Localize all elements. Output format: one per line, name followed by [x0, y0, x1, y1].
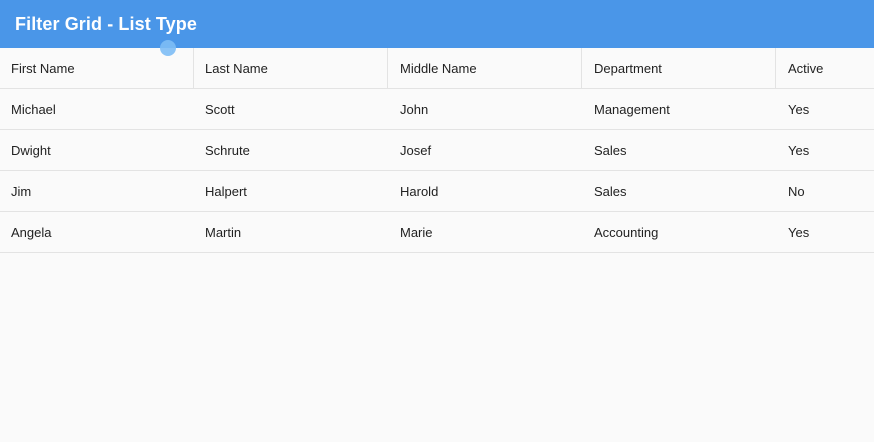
touch-indicator: [160, 40, 176, 56]
filter-grid: First Name Last Name Middle Name Departm…: [0, 48, 874, 253]
cell-active: No: [788, 183, 805, 199]
cell-department: Management: [594, 101, 670, 117]
column-header-last-name[interactable]: Last Name: [194, 48, 388, 88]
cell-last-name: Schrute: [205, 142, 250, 158]
cell-active: Yes: [788, 101, 810, 117]
cell-department: Sales: [594, 142, 627, 158]
app-bar: Filter Grid - List Type: [0, 0, 874, 48]
page-title: Filter Grid - List Type: [15, 13, 197, 34]
cell-middle-name: John: [400, 101, 429, 117]
cell-first-name: Dwight: [11, 142, 51, 158]
cell-middle-name: Josef: [400, 142, 432, 158]
cell-department: Sales: [594, 183, 627, 199]
cell-active: Yes: [788, 142, 810, 158]
cell-first-name: Jim: [11, 183, 32, 199]
cell-last-name: Scott: [205, 101, 235, 117]
cell-last-name: Martin: [205, 224, 242, 240]
table-row[interactable]: Angela Martin Marie Accounting Yes: [0, 212, 874, 253]
cell-active: Yes: [788, 224, 810, 240]
app-window: Filter Grid - List Type First Name Last …: [0, 0, 874, 442]
cell-middle-name: Marie: [400, 224, 433, 240]
cell-first-name: Michael: [11, 101, 56, 117]
cell-last-name: Halpert: [205, 183, 247, 199]
cell-middle-name: Harold: [400, 183, 439, 199]
cell-first-name: Angela: [11, 224, 52, 240]
table-row[interactable]: Dwight Schrute Josef Sales Yes: [0, 130, 874, 171]
table-row[interactable]: Jim Halpert Harold Sales No: [0, 171, 874, 212]
column-header-middle-name[interactable]: Middle Name: [388, 48, 582, 88]
cell-department: Accounting: [594, 224, 659, 240]
column-header-active[interactable]: Active: [776, 48, 874, 88]
column-header-department[interactable]: Department: [582, 48, 776, 88]
grid-header-row: First Name Last Name Middle Name Departm…: [0, 48, 874, 89]
table-row[interactable]: Michael Scott John Management Yes: [0, 89, 874, 130]
